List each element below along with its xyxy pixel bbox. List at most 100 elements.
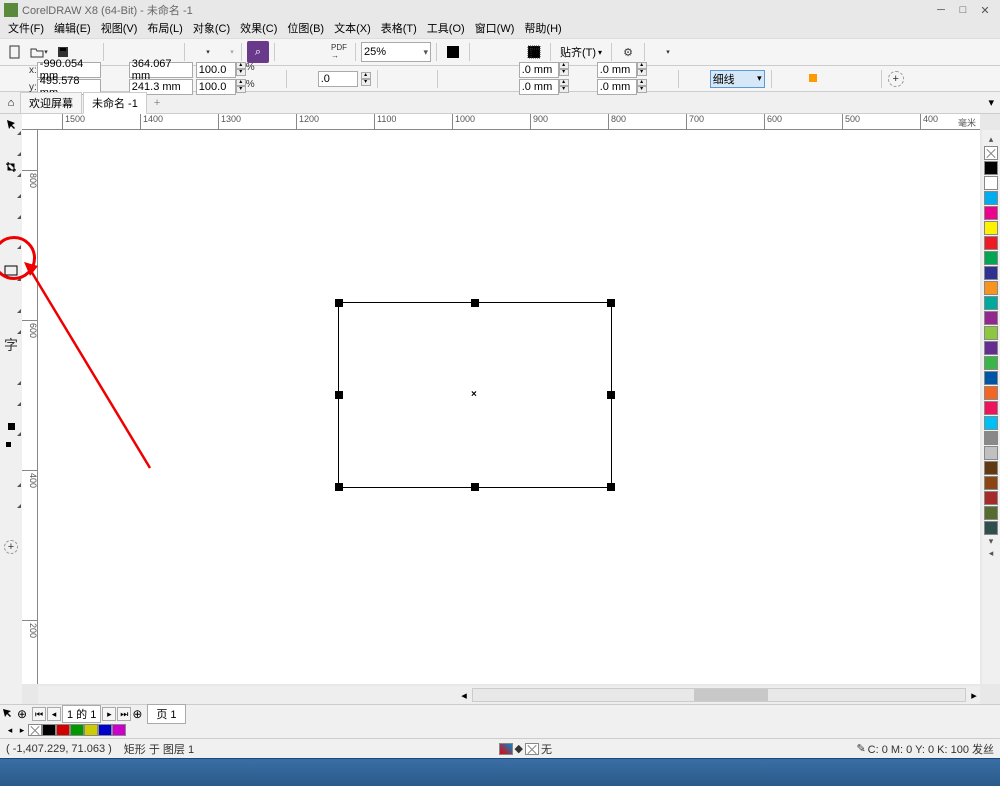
center-marker[interactable]: × [471, 389, 477, 400]
mirror-v-button[interactable] [409, 68, 431, 90]
corner-3-input[interactable]: .0 mm [597, 62, 637, 78]
convert-curves-button[interactable] [853, 68, 875, 90]
quick-customize-tool[interactable]: + [4, 540, 18, 554]
pdf-button[interactable]: PDF→ [328, 41, 350, 63]
menu-object[interactable]: 对象(C) [189, 20, 234, 38]
menu-layout[interactable]: 布局(L) [143, 20, 186, 38]
launch-button[interactable]: ▾ [650, 41, 672, 63]
palette-expand-button[interactable]: ◂ [989, 548, 994, 560]
horizontal-scrollbar[interactable]: ◂ ▸ [38, 686, 980, 704]
handle-w[interactable] [335, 391, 343, 399]
handle-ne[interactable] [607, 299, 615, 307]
status-outline[interactable]: ✎ C: 0 M: 0 Y: 0 K: 100 发丝 [856, 741, 994, 757]
quick-customize-button[interactable]: + [888, 71, 904, 87]
corner-scallop-button[interactable] [469, 68, 491, 90]
doc-color-swatch[interactable] [56, 724, 70, 736]
polygon-tool[interactable] [2, 315, 20, 333]
page-add-button[interactable]: ⊕ [17, 707, 31, 721]
redo-button[interactable]: ▾ [214, 41, 236, 63]
menu-text[interactable]: 文本(X) [330, 20, 375, 38]
doc-color-swatch[interactable] [84, 724, 98, 736]
color-swatch[interactable] [984, 281, 998, 295]
color-swatch[interactable] [984, 416, 998, 430]
transparency-tool[interactable] [2, 438, 20, 456]
new-button[interactable] [4, 41, 26, 63]
scale-x-input[interactable]: 100.0 [196, 62, 236, 78]
color-swatch[interactable] [984, 431, 998, 445]
horizontal-ruler[interactable]: 毫米 1500140013001200110010009008007006005… [22, 114, 980, 130]
color-swatch[interactable] [984, 191, 998, 205]
tab-menu-button[interactable]: ▾ [984, 96, 998, 109]
smart-fill-tool[interactable] [2, 510, 20, 528]
import-button[interactable] [280, 41, 302, 63]
color-swatch[interactable] [984, 176, 998, 190]
doc-palette-right[interactable]: ▸ [16, 725, 28, 736]
pick-tool[interactable] [2, 116, 20, 134]
doc-swatch-none[interactable] [28, 724, 42, 736]
corner-round-button[interactable] [444, 68, 466, 90]
ellipse-tool[interactable] [2, 294, 20, 312]
corner-lock-button[interactable] [572, 68, 594, 90]
color-swatch[interactable] [984, 206, 998, 220]
minimize-button[interactable]: ─ [930, 1, 952, 19]
menu-view[interactable]: 视图(V) [97, 20, 142, 38]
doc-color-swatch[interactable] [42, 724, 56, 736]
freehand-tool[interactable] [2, 200, 20, 218]
snap-dropdown[interactable]: 贴齐(T)▾ [556, 44, 606, 60]
doc-color-swatch[interactable] [70, 724, 84, 736]
color-swatch[interactable] [984, 356, 998, 370]
wrap-text-button[interactable] [778, 68, 800, 90]
menu-file[interactable]: 文件(F) [4, 20, 48, 38]
corner-2-input[interactable]: .0 mm [519, 79, 559, 95]
corner-1-input[interactable]: .0 mm [519, 62, 559, 78]
page-tab[interactable]: 页 1 [147, 704, 185, 724]
parallel-dimension-tool[interactable] [2, 366, 20, 384]
width-input[interactable]: 364.067 mm [129, 62, 193, 78]
scale-x-spin[interactable]: ▴▾ [236, 62, 246, 78]
swatch-none[interactable] [984, 146, 998, 160]
outline-width-select[interactable]: 细线 [710, 70, 765, 88]
rotation-spin[interactable]: ▴▾ [361, 72, 371, 86]
to-back-button[interactable] [828, 68, 850, 90]
scale-y-spin[interactable]: ▴▾ [236, 79, 246, 95]
color-swatch[interactable] [984, 461, 998, 475]
crop-tool[interactable] [2, 158, 20, 176]
handle-e[interactable] [607, 391, 615, 399]
copy-button[interactable] [109, 41, 131, 63]
text-tool[interactable]: 字 [2, 336, 20, 354]
doc-palette-left[interactable]: ◂ [4, 725, 16, 736]
rotation-input[interactable]: .0 [318, 71, 358, 87]
undo-button[interactable]: ▾ [190, 41, 212, 63]
home-icon[interactable]: ⌂ [2, 97, 20, 109]
tab-document[interactable]: 未命名 -1 [83, 92, 147, 114]
color-swatch[interactable] [984, 476, 998, 490]
menu-table[interactable]: 表格(T) [377, 20, 421, 38]
page-last-button[interactable]: ⏭ [117, 707, 131, 721]
color-swatch[interactable] [984, 266, 998, 280]
color-swatch[interactable] [984, 296, 998, 310]
menu-tools[interactable]: 工具(O) [423, 20, 469, 38]
menu-help[interactable]: 帮助(H) [520, 20, 565, 38]
color-swatch[interactable] [984, 236, 998, 250]
page-next-button[interactable]: ▸ [102, 707, 116, 721]
color-swatch[interactable] [984, 386, 998, 400]
fill-tool[interactable] [2, 489, 20, 507]
canvas[interactable]: × [38, 130, 980, 684]
handle-s[interactable] [471, 483, 479, 491]
menu-effects[interactable]: 效果(C) [236, 20, 281, 38]
corner-4-input[interactable]: .0 mm [597, 79, 637, 95]
color-swatch[interactable] [984, 446, 998, 460]
show-rulers-button[interactable] [475, 41, 497, 63]
color-swatch[interactable] [984, 371, 998, 385]
eyedropper-tool[interactable] [2, 468, 20, 486]
drop-shadow-tool[interactable] [2, 417, 20, 435]
connector-tool[interactable] [2, 387, 20, 405]
color-swatch[interactable] [984, 221, 998, 235]
color-swatch[interactable] [984, 311, 998, 325]
color-swatch[interactable] [984, 251, 998, 265]
doc-color-swatch[interactable] [112, 724, 126, 736]
shape-tool[interactable] [2, 137, 20, 155]
search-button[interactable]: ⌕ [247, 41, 269, 63]
zoom-select[interactable]: 25% [361, 42, 431, 62]
scroll-thumb[interactable] [694, 689, 768, 701]
